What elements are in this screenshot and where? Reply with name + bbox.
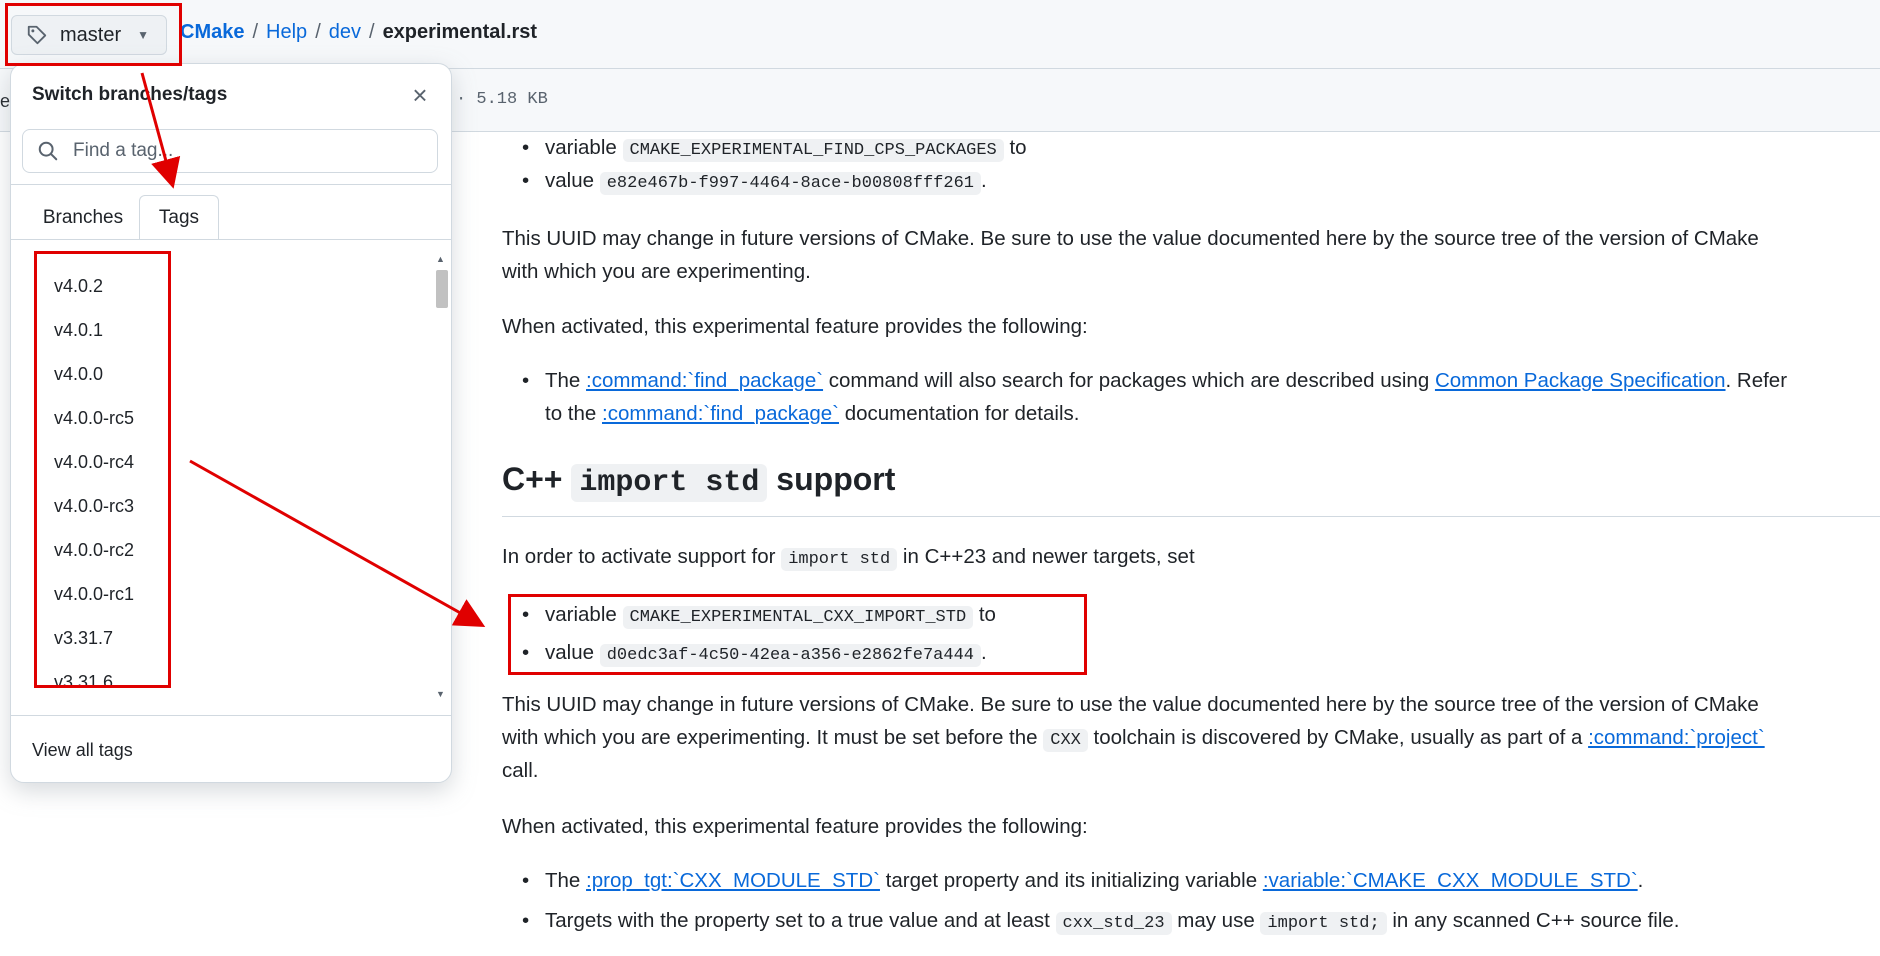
tag-item-v3-31-7[interactable]: v3.31.7 bbox=[54, 628, 113, 649]
breadcrumb-separator: / bbox=[252, 21, 259, 43]
tag-item-v4-0-0[interactable]: v4.0.0 bbox=[54, 364, 103, 385]
breadcrumb-root-link[interactable]: CMake bbox=[180, 21, 244, 44]
close-icon[interactable]: × bbox=[407, 82, 433, 108]
scroll-thumb[interactable] bbox=[436, 270, 448, 308]
tag-list: v4.0.2 v4.0.1 v4.0.0 v4.0.0-rc5 v4.0.0-r… bbox=[11, 252, 431, 702]
breadcrumb-dev-link[interactable]: dev bbox=[329, 21, 361, 44]
tag-item-v4-0-0-rc3[interactable]: v4.0.0-rc3 bbox=[54, 496, 134, 517]
list-item-continuation: to the :command:`find_package` documenta… bbox=[545, 402, 1080, 425]
divider bbox=[11, 239, 451, 240]
scroll-down-arrow-icon[interactable]: ▼ bbox=[436, 689, 445, 699]
scroll-up-arrow-icon[interactable]: ▲ bbox=[436, 254, 445, 264]
paragraph: When activated, this experimental featur… bbox=[502, 815, 1088, 838]
breadcrumb-help-link[interactable]: Help bbox=[266, 21, 307, 44]
inline-code: import std; bbox=[1260, 912, 1387, 935]
dropdown-title: Switch branches/tags bbox=[32, 84, 228, 105]
branch-label: master bbox=[60, 23, 122, 46]
paragraph: call. bbox=[502, 759, 539, 782]
tag-search-input[interactable] bbox=[71, 139, 415, 163]
paragraph: This UUID may change in future versions … bbox=[502, 693, 1759, 716]
list-item: • The :command:`find_package` command wil… bbox=[522, 369, 1788, 392]
paragraph: with which you are experimenting. bbox=[502, 260, 811, 283]
tag-list-scrollbar[interactable]: ▲ ▼ bbox=[434, 252, 450, 702]
branch-selector-button[interactable]: master ▼ bbox=[11, 15, 167, 55]
dropdown-tabs: Branches Tags bbox=[11, 195, 451, 240]
breadcrumb-current-file: experimental.rst bbox=[382, 21, 538, 43]
paragraph: This UUID may change in future versions … bbox=[502, 227, 1759, 250]
tab-branches[interactable]: Branches bbox=[25, 195, 141, 240]
tag-item-v4-0-2[interactable]: v4.0.2 bbox=[54, 276, 103, 297]
view-all-tags-link[interactable]: View all tags bbox=[32, 740, 133, 761]
tag-search-box[interactable] bbox=[22, 129, 438, 173]
list-item: • The :prop_tgt:`CXX_MODULE_STD` target p… bbox=[522, 869, 1644, 892]
file-bar-truncated-label: e bbox=[0, 91, 11, 111]
repo-header-bar: master ▼ CMake / Help / dev / experiment… bbox=[0, 0, 1880, 69]
project-command-link[interactable]: :command:`project` bbox=[1588, 726, 1765, 749]
list-item: • Targets with the property set to a true… bbox=[522, 909, 1680, 935]
find-package-link[interactable]: :command:`find_package` bbox=[586, 369, 823, 392]
tag-icon bbox=[27, 25, 47, 45]
section-heading: C++ import std support bbox=[502, 461, 896, 502]
list-item: • variable CMAKE_EXPERIMENTAL_CXX_IMPORT_… bbox=[522, 603, 996, 629]
search-icon bbox=[38, 141, 58, 161]
inline-code: import std bbox=[781, 548, 898, 571]
tag-item-v4-0-0-rc5[interactable]: v4.0.0-rc5 bbox=[54, 408, 134, 429]
list-item: • value d0edc3af-4c50-42ea-a356-e2862fe7a… bbox=[522, 641, 987, 667]
cxx-module-std-link[interactable]: :prop_tgt:`CXX_MODULE_STD` bbox=[586, 869, 880, 892]
tag-item-v4-0-1[interactable]: v4.0.1 bbox=[54, 320, 103, 341]
list-item: • variable CMAKE_EXPERIMENTAL_FIND_CPS_PA… bbox=[522, 136, 1027, 162]
find-package-link[interactable]: :command:`find_package` bbox=[602, 402, 839, 425]
divider bbox=[11, 715, 451, 716]
tag-item-v4-0-0-rc4[interactable]: v4.0.0-rc4 bbox=[54, 452, 134, 473]
cps-spec-link[interactable]: Common Package Specification bbox=[1435, 369, 1726, 392]
paragraph: with which you are experimenting. It mus… bbox=[502, 726, 1765, 752]
paragraph: When activated, this experimental featur… bbox=[502, 315, 1088, 338]
tag-item-v4-0-0-rc1[interactable]: v4.0.0-rc1 bbox=[54, 584, 134, 605]
inline-code: CMAKE_EXPERIMENTAL_FIND_CPS_PACKAGES bbox=[622, 139, 1004, 162]
branch-tag-dropdown: Switch branches/tags × Branches Tags v4.… bbox=[10, 63, 452, 783]
list-item: • value e82e467b-f997-4464-8ace-b00808fff… bbox=[522, 169, 987, 195]
tab-tags[interactable]: Tags bbox=[139, 195, 219, 240]
cmake-cxx-module-std-link[interactable]: :variable:`CMAKE_CXX_MODULE_STD` bbox=[1263, 869, 1638, 892]
inline-code: e82e467b-f997-4464-8ace-b00808fff261 bbox=[599, 172, 981, 195]
breadcrumb-separator: / bbox=[315, 21, 321, 43]
heading-divider bbox=[502, 516, 1880, 517]
inline-code: d0edc3af-4c50-42ea-a356-e2862fe7a444 bbox=[599, 644, 981, 667]
tag-item-v3-31-6[interactable]: v3.31.6 bbox=[54, 672, 113, 693]
paragraph: In order to activate support for import … bbox=[502, 545, 1195, 571]
chevron-down-icon: ▼ bbox=[137, 28, 150, 42]
tag-item-v4-0-0-rc2[interactable]: v4.0.0-rc2 bbox=[54, 540, 134, 561]
inline-code: CMAKE_EXPERIMENTAL_CXX_IMPORT_STD bbox=[622, 606, 974, 629]
inline-code: cxx_std_23 bbox=[1055, 912, 1172, 935]
breadcrumb: CMake / Help / dev / experimental.rst bbox=[180, 21, 537, 44]
inline-code: CXX bbox=[1043, 729, 1088, 752]
divider bbox=[11, 184, 451, 185]
file-size: · 5.18 KB bbox=[456, 90, 548, 109]
breadcrumb-separator: / bbox=[369, 21, 375, 43]
